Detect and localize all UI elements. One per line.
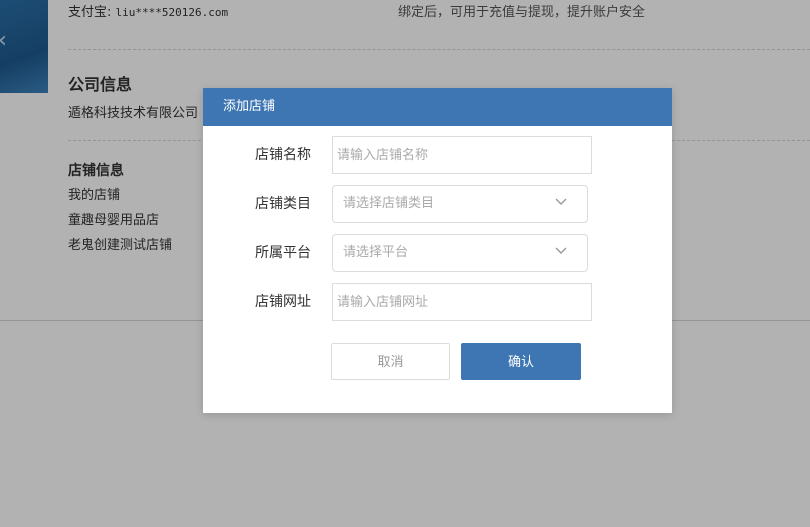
chevron-down-icon [555, 198, 567, 205]
shop-url-label: 店铺网址 [255, 294, 311, 310]
cancel-button[interactable]: 取消 [331, 343, 450, 380]
platform-label: 所属平台 [255, 245, 311, 261]
page: ‹ 支付宝: liu****520126.com 绑定后，可用于充值与提现，提升… [0, 0, 810, 527]
platform-select[interactable]: 请选择平台 [332, 234, 588, 272]
platform-placeholder: 请选择平台 [343, 245, 409, 260]
shop-category-placeholder: 请选择店铺类目 [343, 196, 435, 211]
shop-name-label: 店铺名称 [255, 147, 311, 163]
shop-category-row: 店铺类目 请选择店铺类目 [203, 185, 672, 223]
shop-category-label: 店铺类目 [255, 196, 311, 212]
shop-url-row: 店铺网址 [203, 283, 672, 321]
confirm-button[interactable]: 确认 [461, 343, 581, 380]
platform-row: 所属平台 请选择平台 [203, 234, 672, 272]
shop-name-row: 店铺名称 [203, 136, 672, 174]
chevron-down-icon [555, 247, 567, 254]
shop-category-select[interactable]: 请选择店铺类目 [332, 185, 588, 223]
add-shop-dialog: 添加店铺 店铺名称 店铺类目 请选择店铺类目 所属平台 请选择平台 [203, 88, 672, 413]
shop-name-input[interactable] [332, 136, 592, 174]
dialog-title: 添加店铺 [203, 88, 672, 126]
shop-url-input[interactable] [332, 283, 592, 321]
